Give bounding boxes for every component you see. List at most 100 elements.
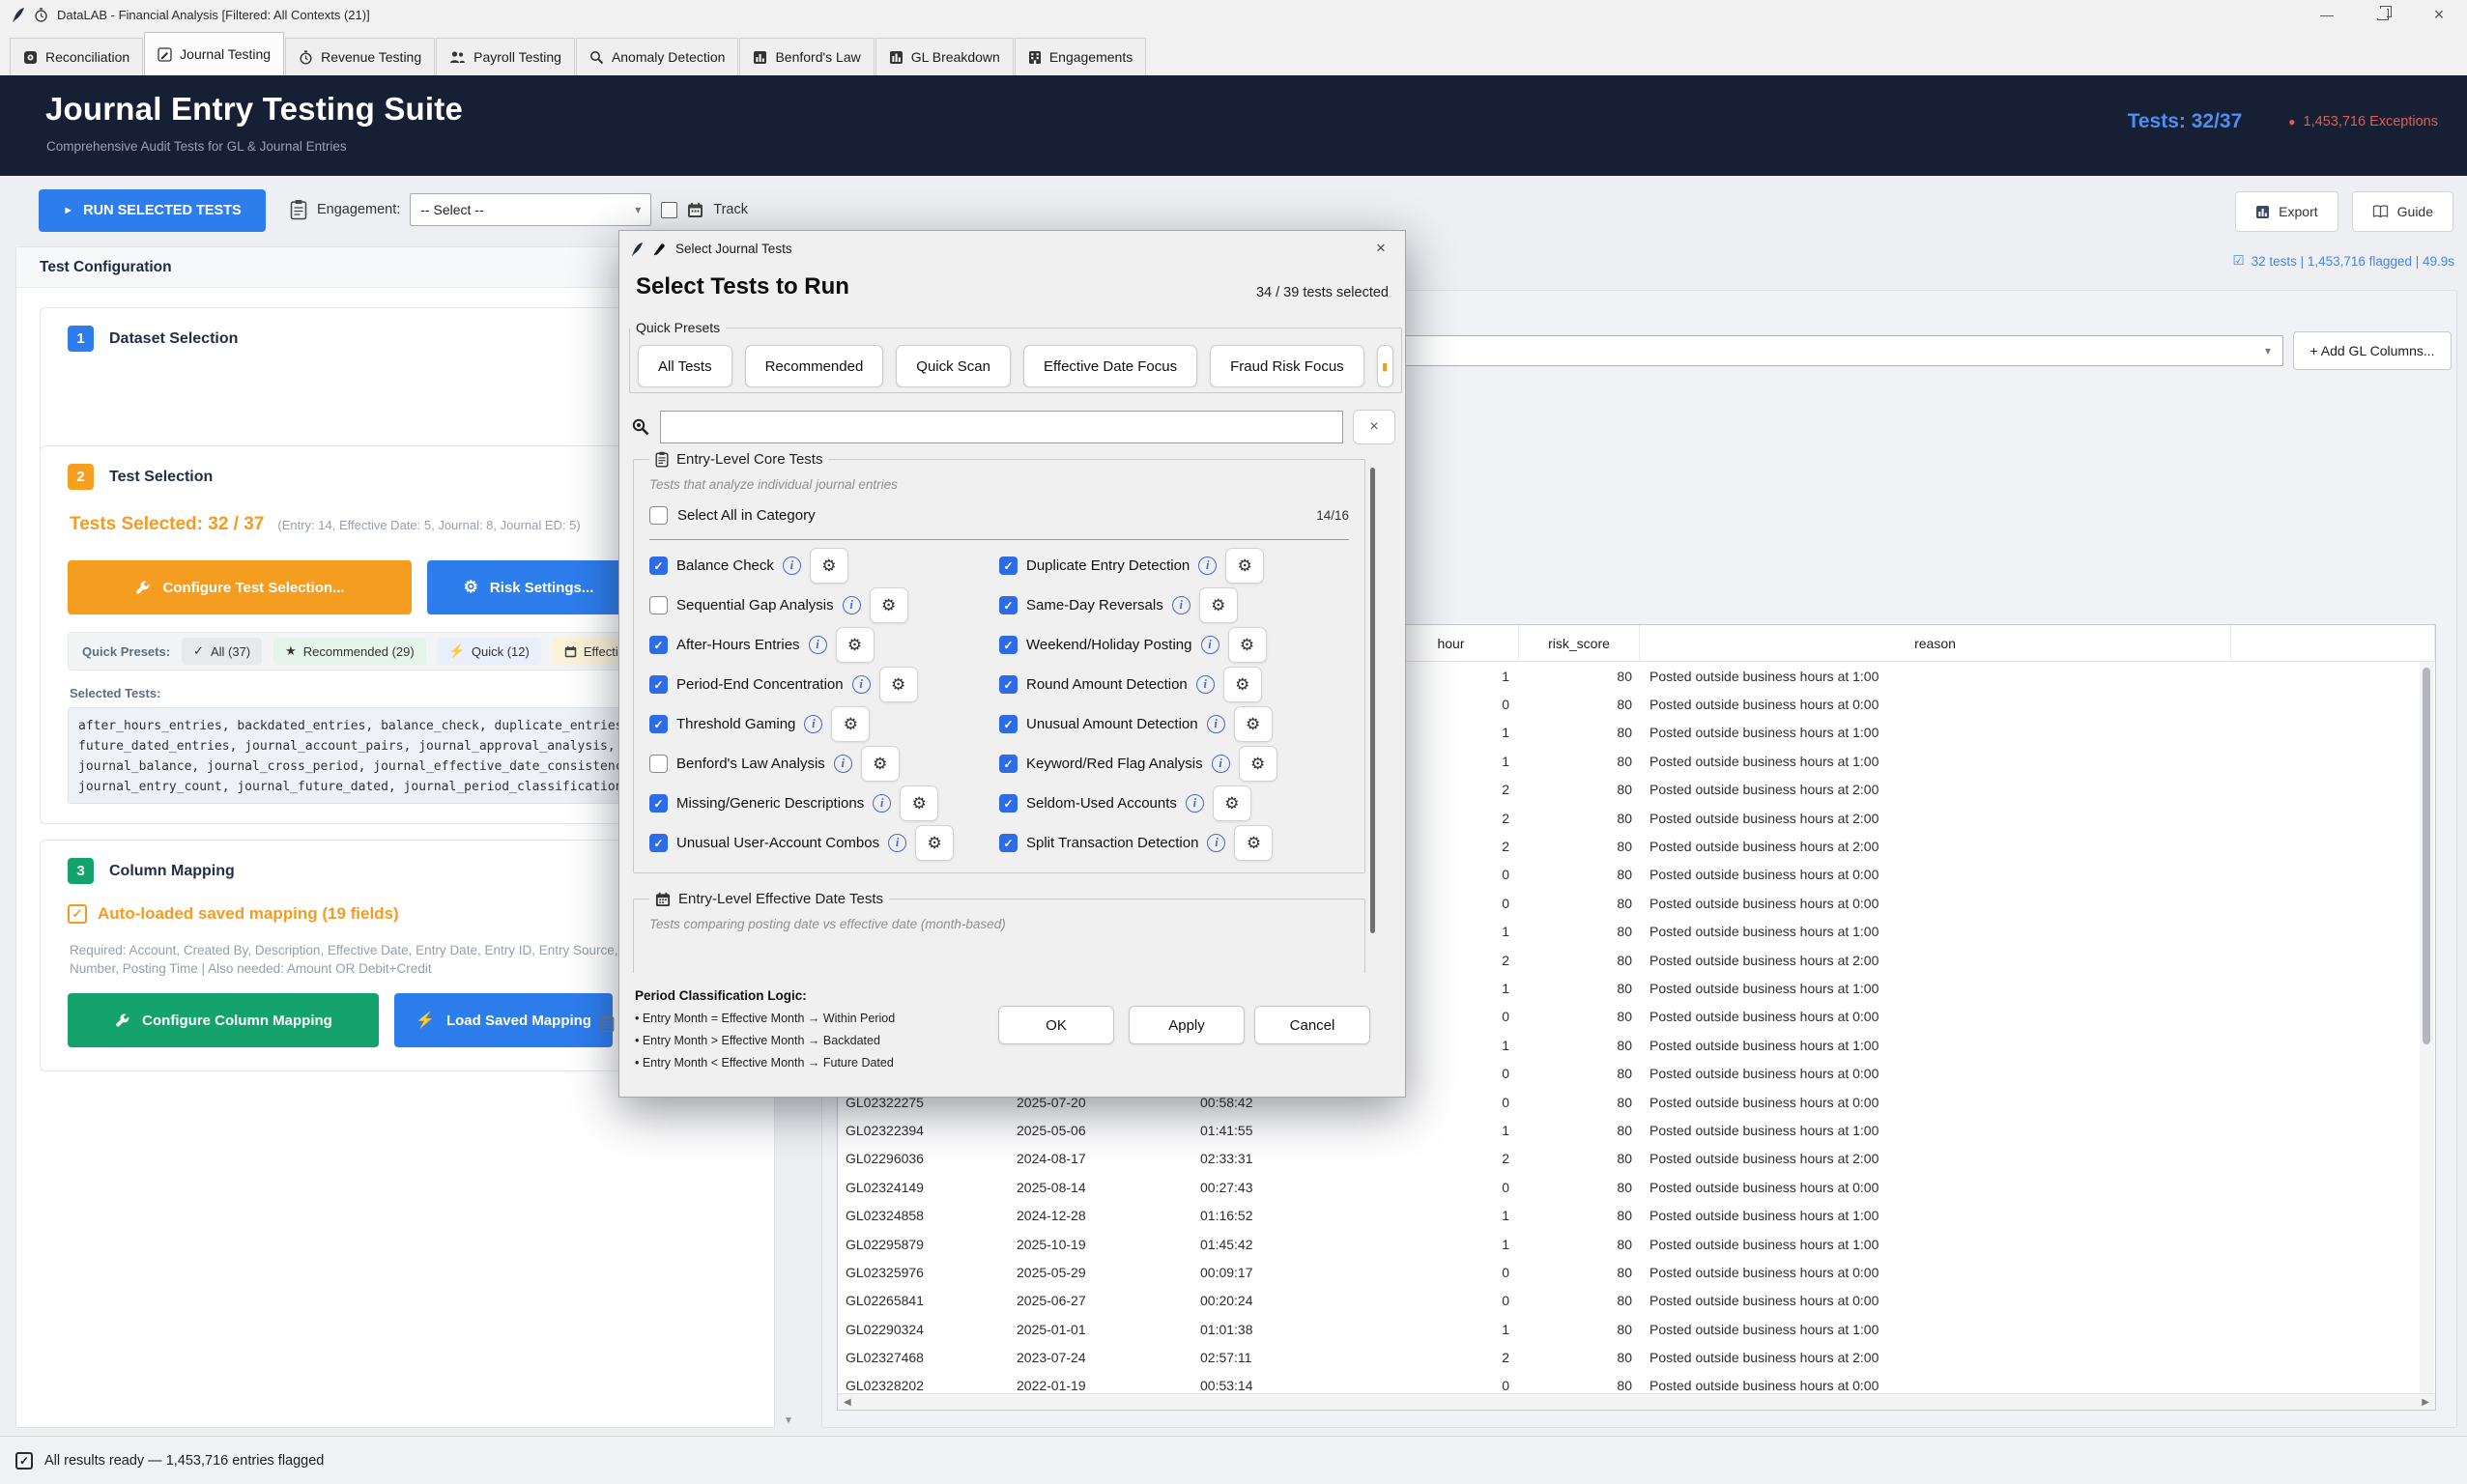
table-row[interactable]: GL02324858 2024-12-28 01:16:52 1 80 Post… (838, 1201, 2435, 1229)
gear-button[interactable]: ⚙ (836, 627, 875, 663)
info-icon[interactable]: i (1196, 675, 1215, 694)
table-row[interactable]: GL02324149 2025-08-14 00:27:43 0 80 Post… (838, 1173, 2435, 1201)
gear-button[interactable]: ⚙ (1213, 785, 1251, 821)
scroll-right-icon[interactable]: ▶ (2422, 1397, 2429, 1408)
info-icon[interactable]: i (809, 636, 827, 654)
column-header[interactable] (2231, 625, 2435, 661)
test-checkbox[interactable] (999, 834, 1018, 852)
info-icon[interactable]: i (783, 556, 801, 575)
gear-button[interactable]: ⚙ (1223, 667, 1262, 702)
preset-chip-recommended[interactable]: ★ Recommended (29) (273, 638, 426, 665)
gear-button[interactable]: ⚙ (879, 667, 918, 702)
add-gl-columns-button[interactable]: + Add GL Columns... (2293, 331, 2452, 370)
gear-button[interactable]: ⚙ (1239, 746, 1277, 782)
search-clear-button[interactable]: × (1353, 410, 1395, 444)
test-checkbox[interactable] (999, 794, 1018, 813)
gear-button[interactable]: ⚙ (900, 785, 938, 821)
gear-button[interactable]: ⚙ (1228, 627, 1267, 663)
info-icon[interactable]: i (834, 755, 852, 773)
table-row[interactable]: GL02325976 2025-05-29 00:09:17 0 80 Post… (838, 1258, 2435, 1286)
test-checkbox[interactable] (999, 556, 1018, 575)
info-icon[interactable]: i (1172, 596, 1190, 614)
test-checkbox[interactable] (649, 556, 668, 575)
scroll-down-icon[interactable]: ▼ (779, 1415, 798, 1426)
table-row[interactable]: GL02265841 2025-06-27 00:20:24 0 80 Post… (838, 1287, 2435, 1315)
tab-reconciliation[interactable]: Reconciliation (10, 38, 143, 75)
test-checkbox[interactable] (999, 675, 1018, 694)
gear-button[interactable]: ⚙ (915, 825, 954, 861)
gear-button[interactable]: ⚙ (810, 548, 848, 584)
dialog-scrollbar[interactable] (1370, 468, 1375, 933)
table-row[interactable]: GL02296036 2024-08-17 02:33:31 2 80 Post… (838, 1145, 2435, 1173)
apply-button[interactable]: Apply (1129, 1006, 1245, 1044)
tab-journal-testing[interactable]: Journal Testing (144, 32, 284, 75)
info-icon[interactable]: i (852, 675, 871, 694)
engagement-select[interactable]: -- Select -- ▾ (410, 193, 651, 226)
preset-button-overflow[interactable]: ▮ (1377, 345, 1393, 387)
tab-gl-breakdown[interactable]: GL Breakdown (875, 38, 1014, 75)
tab-revenue-testing[interactable]: Revenue Testing (285, 38, 435, 75)
test-checkbox[interactable] (649, 794, 668, 813)
info-icon[interactable]: i (873, 794, 891, 813)
preset-button-quick-scan[interactable]: Quick Scan (896, 345, 1011, 387)
test-search-input[interactable] (660, 411, 1343, 443)
configure-test-selection-button[interactable]: Configure Test Selection... (68, 560, 412, 614)
preset-button-fraud-risk-focus[interactable]: Fraud Risk Focus (1210, 345, 1364, 387)
gear-button[interactable]: ⚙ (1199, 587, 1238, 623)
test-checkbox[interactable] (649, 636, 668, 654)
table-row[interactable]: GL02290324 2025-01-01 01:01:38 1 80 Post… (838, 1315, 2435, 1343)
table-vertical-scrollbar[interactable] (2420, 662, 2434, 1394)
table-row[interactable]: GL02295879 2025-10-19 01:45:42 1 80 Post… (838, 1230, 2435, 1258)
test-checkbox[interactable] (649, 596, 668, 614)
test-checkbox[interactable] (999, 596, 1018, 614)
restore-button[interactable] (2355, 0, 2411, 29)
info-icon[interactable]: i (1207, 715, 1225, 733)
info-icon[interactable]: i (843, 596, 861, 614)
gear-button[interactable]: ⚙ (1234, 825, 1273, 861)
mapping-status-checkbox[interactable]: ✓ (68, 904, 87, 924)
close-icon[interactable]: × (1369, 237, 1392, 260)
info-icon[interactable]: i (1186, 794, 1204, 813)
tab-anomaly-detection[interactable]: Anomaly Detection (576, 38, 739, 75)
table-row[interactable]: GL02327468 2023-07-24 02:57:11 2 80 Post… (838, 1343, 2435, 1371)
test-checkbox[interactable] (649, 834, 668, 852)
preset-chip-all[interactable]: ✓ All (37) (182, 638, 262, 665)
export-button[interactable]: Export (2235, 191, 2338, 232)
gear-button[interactable]: ⚙ (1225, 548, 1264, 584)
gear-button[interactable]: ⚙ (861, 746, 900, 782)
info-icon[interactable]: i (888, 834, 906, 852)
test-checkbox[interactable] (649, 715, 668, 733)
tab-benfords-law[interactable]: Benford's Law (739, 38, 874, 75)
track-checkbox[interactable] (661, 202, 677, 218)
preset-button-all-tests[interactable]: All Tests (638, 345, 732, 387)
table-row[interactable]: GL02322394 2025-05-06 01:41:55 1 80 Post… (838, 1116, 2435, 1144)
scrollbar-thumb[interactable] (2423, 668, 2430, 1044)
guide-button[interactable]: Guide (2352, 191, 2453, 232)
info-icon[interactable]: i (804, 715, 822, 733)
status-checkbox[interactable]: ✓ (15, 1452, 33, 1470)
column-header-reason[interactable]: reason (1640, 625, 2231, 661)
preset-chip-quick[interactable]: ⚡ Quick (12) (438, 638, 541, 665)
gear-button[interactable]: ⚙ (870, 587, 908, 623)
cancel-button[interactable]: Cancel (1254, 1006, 1370, 1044)
column-header-risk-score[interactable]: risk_score (1519, 625, 1640, 661)
test-checkbox[interactable] (999, 636, 1018, 654)
test-checkbox[interactable] (999, 755, 1018, 773)
info-icon[interactable]: i (1201, 636, 1219, 654)
gear-button[interactable]: ⚙ (831, 706, 870, 742)
info-icon[interactable]: i (1198, 556, 1217, 575)
scroll-left-icon[interactable]: ◀ (844, 1397, 851, 1408)
tab-engagements[interactable]: Engagements (1015, 38, 1146, 75)
test-checkbox[interactable] (649, 755, 668, 773)
risk-settings-button[interactable]: ⚙ Risk Settings... (427, 560, 630, 614)
run-selected-tests-button[interactable]: ► RUN SELECTED TESTS (39, 189, 266, 232)
ok-button[interactable]: OK (998, 1006, 1114, 1044)
table-horizontal-scrollbar[interactable]: ◀ ▶ (838, 1393, 2435, 1410)
test-checkbox[interactable] (649, 675, 668, 694)
tab-payroll-testing[interactable]: Payroll Testing (436, 38, 575, 75)
gear-button[interactable]: ⚙ (1234, 706, 1273, 742)
select-all-checkbox[interactable] (649, 506, 668, 525)
preset-button-recommended[interactable]: Recommended (745, 345, 884, 387)
close-button[interactable]: × (2411, 0, 2467, 29)
load-saved-mapping-button[interactable]: ⚡ Load Saved Mapping (394, 993, 613, 1047)
